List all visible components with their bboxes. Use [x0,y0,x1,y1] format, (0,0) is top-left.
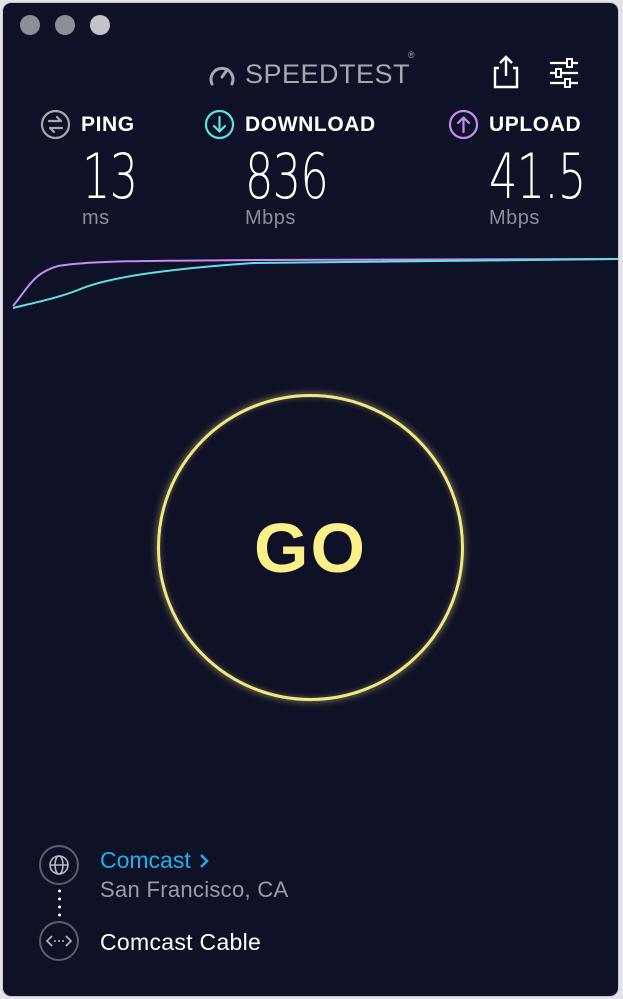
server-host[interactable]: Comcast Cable [100,929,261,956]
zoom-window-button[interactable] [90,15,110,35]
ping-metric: PING 13 ms [40,109,159,230]
upload-metric: UPLOAD 41.5 Mbps [448,109,618,230]
connection-icon [39,921,79,961]
ping-value: 13 [82,140,138,213]
go-button[interactable]: GO [157,394,464,701]
trademark: ® [408,50,416,60]
download-arrow-icon [204,109,235,140]
upload-label: UPLOAD [489,112,582,136]
close-window-button[interactable] [20,15,40,35]
globe-icon [39,845,79,885]
chevron-right-icon [199,853,209,868]
download-metric: DOWNLOAD 836 Mbps [204,109,376,230]
minimize-window-button[interactable] [55,15,75,35]
ping-label: PING [81,112,135,136]
logo-text: SPEEDTEST [245,59,411,89]
speedtest-logo: SPEEDTEST® [207,50,415,90]
speedometer-icon [209,66,235,85]
isp-name: Comcast [100,847,191,873]
isp-link[interactable]: Comcast [100,847,209,874]
download-speed-line [12,258,618,309]
server-info: Comcast San Francisco, CA Comcast Cable [39,843,599,963]
upload-arrow-icon [448,109,479,140]
connection-dots [58,889,61,917]
share-icon[interactable] [490,54,522,90]
go-label: GO [254,508,367,587]
app-window: SPEEDTEST® PING 13 ms DOWNLOAD 836 Mbps … [3,3,618,996]
download-label: DOWNLOAD [245,112,376,136]
server-location: San Francisco, CA [100,877,289,902]
settings-sliders-icon[interactable] [548,58,580,88]
ping-icon [40,109,71,140]
speed-graph [12,258,618,309]
window-controls [20,15,110,35]
upload-value: 41.5 [489,140,586,213]
download-value: 836 [245,140,329,213]
